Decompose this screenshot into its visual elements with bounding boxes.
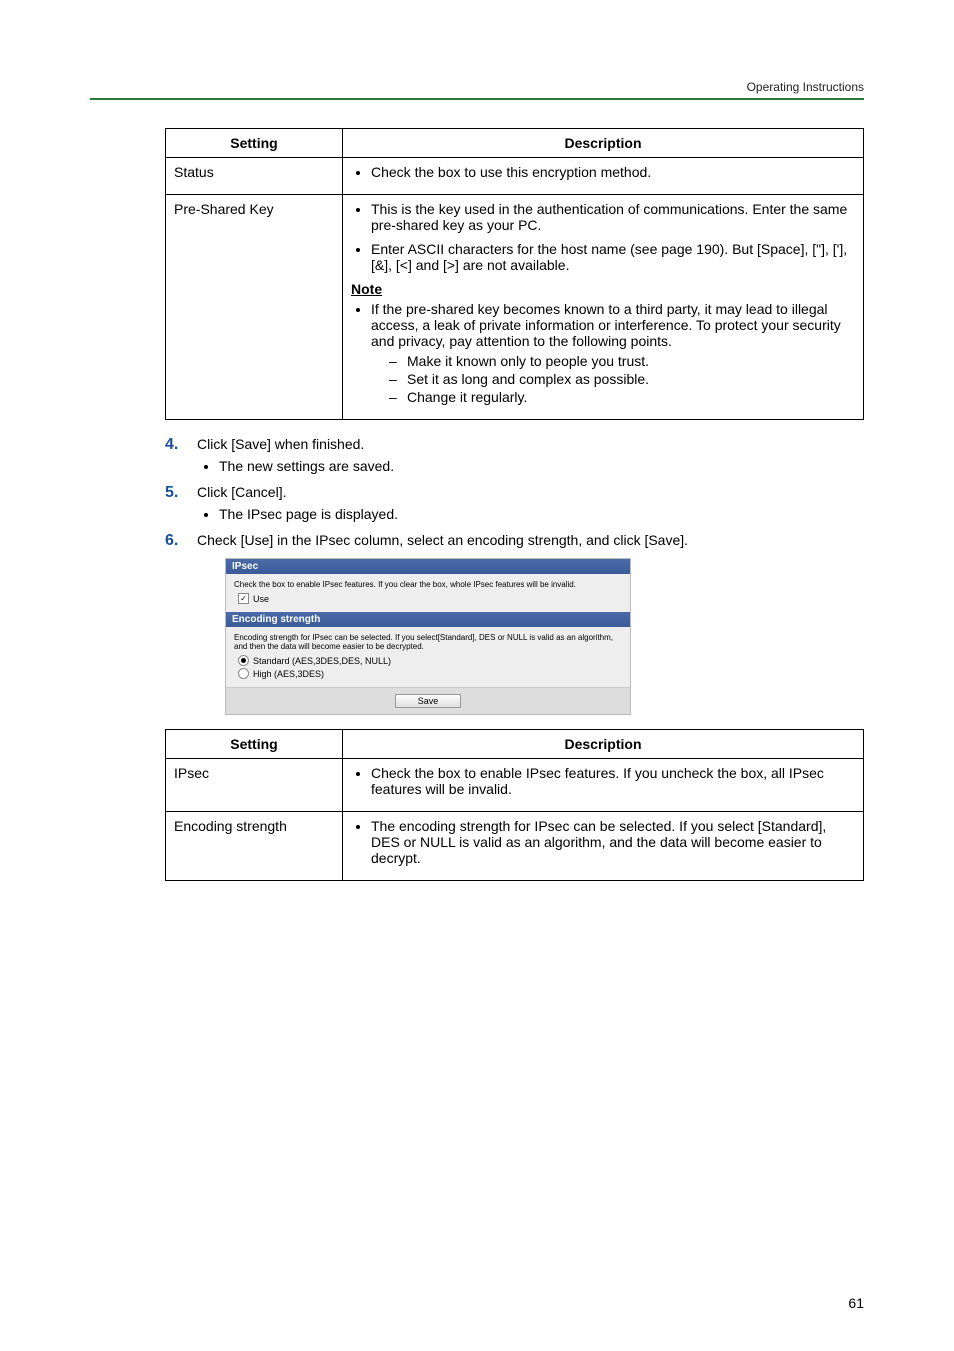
t2-r1-b0: The encoding strength for IPsec can be s… [371, 818, 855, 866]
step-6-text: Check [Use] in the IPsec column, select … [197, 532, 688, 548]
checkbox-icon: ✓ [238, 593, 249, 604]
settings-table-2: Setting Description IPsec Check the box … [165, 729, 864, 881]
t1-header-description: Description [343, 129, 864, 158]
ss-ipsec-title: IPsec [226, 559, 630, 574]
page-number: 61 [848, 1295, 864, 1311]
table-row: Encoding strength The encoding strength … [166, 812, 864, 881]
t1-r1-note-text: If the pre-shared key becomes known to a… [371, 301, 841, 349]
table-row: Pre-Shared Key This is the key used in t… [166, 195, 864, 420]
note-label: Note [351, 281, 855, 297]
step-5-sub: The IPsec page is displayed. [219, 506, 864, 522]
t1-r0-setting: Status [166, 158, 343, 195]
step-5: 5. Click [Cancel]. The IPsec page is dis… [165, 484, 864, 522]
step-4-num: 4. [165, 436, 178, 454]
radio-high-label: High (AES,3DES) [253, 669, 324, 679]
step-6: 6. Check [Use] in the IPsec column, sele… [165, 532, 864, 715]
step-5-text: Click [Cancel]. [197, 484, 286, 500]
t2-r1-setting: Encoding strength [166, 812, 343, 881]
step-list: 4. Click [Save] when finished. The new s… [165, 436, 864, 715]
radio-icon [238, 655, 249, 666]
t1-header-setting: Setting [166, 129, 343, 158]
settings-table-1: Setting Description Status Check the box… [165, 128, 864, 420]
t2-header-setting: Setting [166, 730, 343, 759]
t1-r1-d1: Set it as long and complex as possible. [389, 371, 855, 387]
radio-standard-label: Standard (AES,3DES,DES, NULL) [253, 656, 391, 666]
use-checkbox[interactable]: ✓ Use [234, 593, 622, 604]
radio-icon [238, 668, 249, 679]
t1-r1-b0: This is the key used in the authenticati… [371, 201, 855, 233]
ipsec-config-screenshot: IPsec Check the box to enable IPsec feat… [225, 558, 631, 715]
t1-r0-b0: Check the box to use this encryption met… [371, 164, 855, 180]
ss-enc-title: Encoding strength [226, 612, 630, 627]
doc-title: Operating Instructions [90, 80, 864, 98]
t1-r1-setting: Pre-Shared Key [166, 195, 343, 420]
t1-r0-desc: Check the box to use this encryption met… [343, 158, 864, 195]
header-divider [90, 98, 864, 100]
use-label: Use [253, 594, 269, 604]
t2-header-description: Description [343, 730, 864, 759]
t1-r1-d0: Make it known only to people you trust. [389, 353, 855, 369]
radio-high[interactable]: High (AES,3DES) [234, 668, 622, 679]
t1-r1-note: If the pre-shared key becomes known to a… [371, 301, 855, 405]
t1-r1-desc: This is the key used in the authenticati… [343, 195, 864, 420]
ss-ipsec-hint: Check the box to enable IPsec features. … [234, 580, 622, 589]
step-4-sub: The new settings are saved. [219, 458, 864, 474]
radio-standard[interactable]: Standard (AES,3DES,DES, NULL) [234, 655, 622, 666]
table-row: IPsec Check the box to enable IPsec feat… [166, 759, 864, 812]
save-button[interactable]: Save [395, 694, 462, 708]
table-row: Status Check the box to use this encrypt… [166, 158, 864, 195]
t1-r1-b1: Enter ASCII characters for the host name… [371, 241, 855, 273]
step-6-num: 6. [165, 532, 178, 550]
ss-enc-hint: Encoding strength for IPsec can be selec… [234, 633, 622, 651]
t2-r0-setting: IPsec [166, 759, 343, 812]
step-4: 4. Click [Save] when finished. The new s… [165, 436, 864, 474]
t2-r0-desc: Check the box to enable IPsec features. … [343, 759, 864, 812]
t1-r1-d2: Change it regularly. [389, 389, 855, 405]
step-5-num: 5. [165, 484, 178, 502]
step-4-text: Click [Save] when finished. [197, 436, 364, 452]
t2-r1-desc: The encoding strength for IPsec can be s… [343, 812, 864, 881]
t2-r0-b0: Check the box to enable IPsec features. … [371, 765, 855, 797]
